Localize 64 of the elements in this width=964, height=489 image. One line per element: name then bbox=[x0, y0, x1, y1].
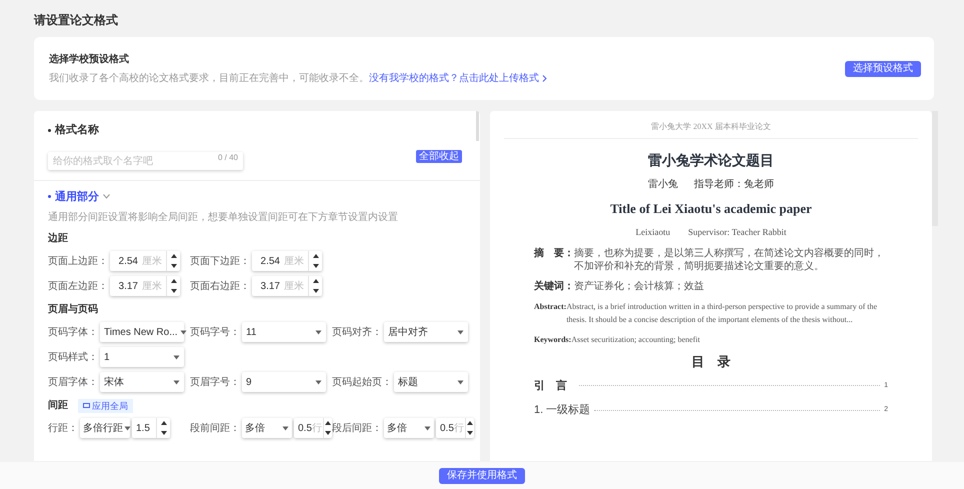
number-field[interactable]: 3.17 厘米 bbox=[252, 276, 322, 296]
select-field[interactable]: 1 bbox=[100, 347, 184, 367]
page-title: 请设置论文格式 bbox=[34, 12, 119, 29]
select-field[interactable]: 多倍 bbox=[242, 418, 292, 438]
field-label: 页眉字体： bbox=[48, 376, 98, 390]
entry-label: 关键词： bbox=[534, 280, 574, 293]
apply-global-button[interactable]: 应用全局 bbox=[78, 398, 133, 412]
save-button[interactable]: 保存并使用格式 bbox=[439, 468, 525, 484]
entry-text: 摘要，也称为提要，是以第三人称撰写，在简述论文内容概要的同时，不加评价和补充的背景，简明扼要描述论文重要的意义。 bbox=[574, 247, 885, 273]
group-heading: 边距 bbox=[48, 232, 68, 246]
field-label: 页码字体： bbox=[48, 326, 98, 340]
field-label: 页眉字号： bbox=[190, 376, 240, 390]
field-label: 段后间距： bbox=[332, 422, 382, 436]
select-preset-button[interactable]: 选择预设格式 bbox=[845, 60, 921, 76]
author-name: Leixiaotu bbox=[636, 226, 670, 238]
upload-link[interactable]: 没有我学校的格式？点击此处上传格式 bbox=[369, 70, 547, 86]
entry-label: Abstract: bbox=[534, 301, 566, 313]
group-heading: 页眉与页码 bbox=[48, 302, 98, 317]
section-toggle[interactable]: 通用部分 bbox=[48, 188, 466, 205]
toc-title: 目 录 bbox=[690, 353, 732, 371]
select-field[interactable]: 9 bbox=[242, 372, 326, 392]
running-header: 雷小兔大学 20XX 届本科毕业论文 bbox=[504, 111, 918, 139]
select-field[interactable]: 多倍 bbox=[384, 418, 434, 438]
field-label: 页码样式： bbox=[48, 350, 98, 364]
character-counter: 0 / 40 bbox=[218, 152, 238, 164]
collapse-all-button[interactable]: 全部收起 bbox=[416, 150, 462, 163]
english-title: Title of Lei Xiaotu's academic paper bbox=[609, 200, 813, 218]
section-note: 通用部分间距设置将影响全局间距，想要单独设置间距可在下方章节设置内设置 bbox=[48, 210, 399, 225]
select-field[interactable]: 宋体 bbox=[100, 372, 184, 392]
number-field[interactable]: 0.5行 bbox=[294, 418, 332, 438]
entry-text: 资产证券化；会计核算；效益 bbox=[574, 280, 704, 293]
preset-description: 我们收录了各个高校的论文格式要求，目前正在完善中，可能收录不全。 bbox=[49, 72, 369, 86]
entry-text: Abstract, is a brief introduction written in a third-person perspective to provide a summary of the thesis. It should be a concise description of the important elements of the thesis without... bbox=[566, 301, 878, 326]
entry-label: 摘 要： bbox=[534, 247, 574, 261]
number-field[interactable]: 0.5行 bbox=[436, 418, 474, 438]
field-label: 页码字号： bbox=[190, 326, 240, 340]
field-label: 页面下边距： bbox=[190, 254, 250, 268]
number-field[interactable]: 2.54 厘米 bbox=[252, 251, 322, 271]
field-label: 段前间距： bbox=[190, 422, 240, 436]
supervisor-name: Supervisor: Teacher Rabbit bbox=[688, 226, 786, 239]
field-label: 页面右边距： bbox=[190, 280, 250, 294]
group-heading: 间距 bbox=[48, 398, 68, 413]
select-field[interactable]: Times New Ro... bbox=[100, 322, 184, 342]
field-label: 页面上边距： bbox=[48, 254, 108, 268]
field-label: 页码起始页： bbox=[332, 376, 392, 390]
select-field[interactable]: 标题 bbox=[394, 372, 468, 392]
toc-entry: 1. 一级标题 bbox=[534, 403, 590, 418]
supervisor-name: 指导老师：兔老师 bbox=[694, 178, 774, 192]
entry-text: Asset securitization; accounting; benefit bbox=[571, 334, 700, 346]
number-field[interactable]: 2.54 厘米 bbox=[110, 251, 180, 271]
select-field[interactable]: 11 bbox=[242, 322, 326, 342]
author-name: 雷小兔 bbox=[648, 178, 678, 192]
select-field[interactable]: 多倍行距 bbox=[80, 418, 130, 438]
select-field[interactable]: 居中对齐 bbox=[384, 322, 468, 342]
entry-label: Keywords: bbox=[534, 334, 572, 346]
field-label: 行距： bbox=[48, 422, 78, 436]
toc-entry: 引 言 bbox=[534, 378, 568, 394]
number-field[interactable]: 1.5 bbox=[132, 418, 170, 438]
field-label: 页面左边距： bbox=[48, 280, 108, 294]
preset-title: 选择学校预设格式 bbox=[49, 52, 130, 66]
section-title: 格式名称 bbox=[55, 122, 99, 138]
thesis-title: 雷小兔学术论文题目 bbox=[647, 151, 775, 170]
number-field[interactable]: 3.17 厘米 bbox=[110, 276, 180, 296]
field-label: 页码对齐： bbox=[332, 326, 382, 340]
